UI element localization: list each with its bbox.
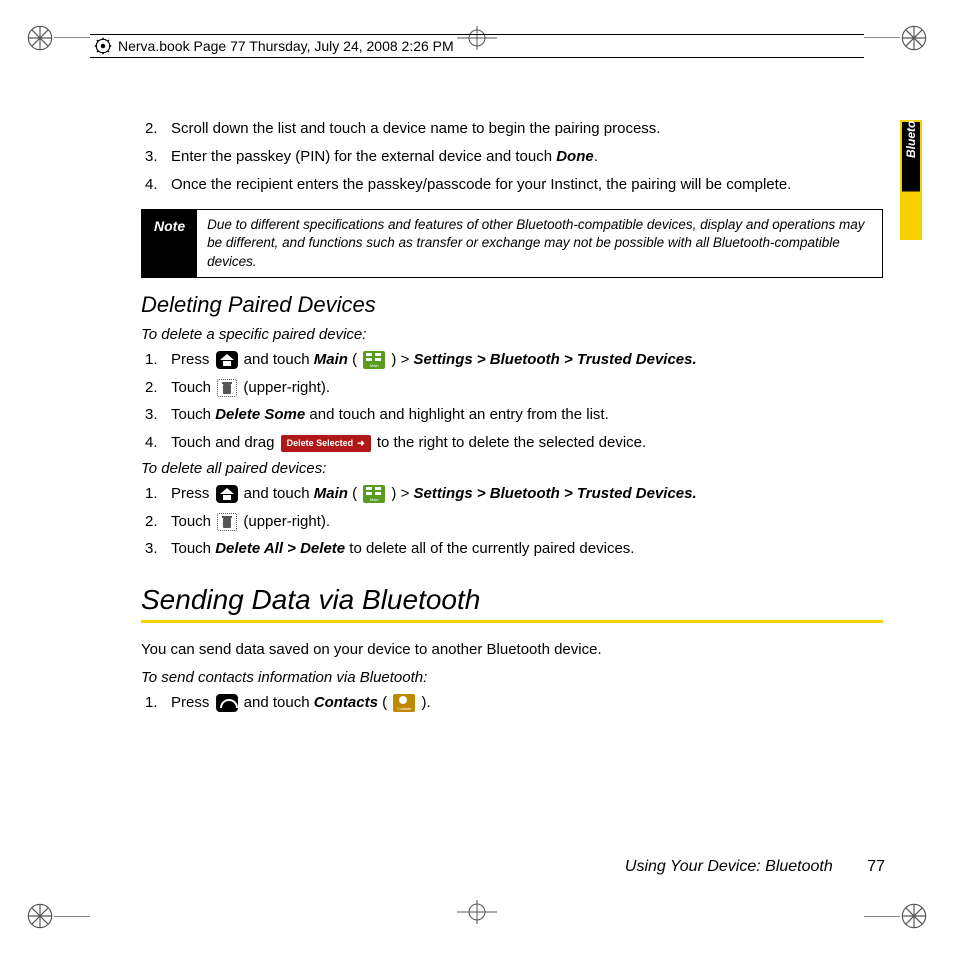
send-intro-text: You can send data saved on your device t… [141,639,885,661]
list-item: 2. Scroll down the list and touch a devi… [145,118,885,140]
reg-mark-icon [900,24,928,52]
list-text: Enter the passkey (PIN) for the external… [171,146,885,168]
list-item: 1. Press and touch Contacts ( ). [145,692,885,714]
note-text: Due to different specifications and feat… [197,210,882,277]
trash-icon [217,513,237,531]
list-number: 2. [145,511,163,533]
lead-send: To send contacts information via Bluetoo… [141,669,885,686]
list-item: 2. Touch (upper-right). [145,511,885,533]
list-item: 3. Touch Delete All > Delete to delete a… [145,538,885,560]
list-number: 1. [145,483,163,505]
note-label: Note [142,210,197,277]
main-menu-icon [363,351,385,369]
note-box: Note Due to different specifications and… [141,209,883,278]
list-item: 1. Press and touch Main ( ) > Settings >… [145,483,885,505]
contacts-icon [393,694,415,712]
reg-mark-icon [900,902,928,930]
list-item: 3. Touch Delete Some and touch and highl… [145,404,885,426]
list-number: 1. [145,692,163,714]
list-text: Press and touch Main ( ) > Settings > Bl… [171,483,885,505]
list-text: Press and touch Contacts ( ). [171,692,885,714]
list-text: Touch and drag Delete Selected to the ri… [171,432,885,454]
home-key-icon [216,485,238,503]
heading-sending: Sending Data via Bluetooth [141,584,885,616]
list-text: Touch Delete Some and touch and highligh… [171,404,885,426]
list-item: 4. Touch and drag Delete Selected to the… [145,432,885,454]
list-text: Scroll down the list and touch a device … [171,118,885,140]
page-footer: Using Your Device: Bluetooth 77 [145,858,885,876]
delete-selected-chip-icon: Delete Selected [281,435,371,452]
center-cross-icon [457,900,497,928]
list-item: 2. Touch (upper-right). [145,377,885,399]
list-number: 2. [145,377,163,399]
phone-key-icon [216,694,238,712]
section-tab-label: Bluetooth [904,102,918,158]
list-number: 4. [145,432,163,454]
page-content: 2. Scroll down the list and touch a devi… [145,118,885,720]
list-number: 3. [145,538,163,560]
reg-mark-icon [26,24,54,52]
crop-line [54,37,90,38]
reg-mark-icon [26,902,54,930]
list-item: 3. Enter the passkey (PIN) for the exter… [145,146,885,168]
crop-line [54,916,90,917]
page-number: 77 [867,858,885,875]
list-text: Press and touch Main ( ) > Settings > Bl… [171,349,885,371]
section-rule [141,620,883,623]
list-text: Touch (upper-right). [171,377,885,399]
list-number: 3. [145,404,163,426]
crop-line [864,37,900,38]
lead-specific: To delete a specific paired device: [141,326,885,343]
list-number: 2. [145,118,163,140]
list-number: 4. [145,174,163,196]
list-number: 3. [145,146,163,168]
main-menu-icon [363,485,385,503]
list-text: Touch Delete All > Delete to delete all … [171,538,885,560]
trash-icon [217,379,237,397]
list-text: Once the recipient enters the passkey/pa… [171,174,885,196]
crop-line [864,916,900,917]
list-text: Touch (upper-right). [171,511,885,533]
home-key-icon [216,351,238,369]
footer-title: Using Your Device: Bluetooth [625,858,833,875]
list-item: 4. Once the recipient enters the passkey… [145,174,885,196]
gear-icon [94,37,112,55]
book-header-text: Nerva.book Page 77 Thursday, July 24, 20… [118,38,454,54]
list-item: 1. Press and touch Main ( ) > Settings >… [145,349,885,371]
subheading-deleting: Deleting Paired Devices [141,292,885,318]
list-number: 1. [145,349,163,371]
section-tab: Bluetooth [900,120,922,240]
lead-all: To delete all paired devices: [141,460,885,477]
book-header: Nerva.book Page 77 Thursday, July 24, 20… [90,34,864,58]
